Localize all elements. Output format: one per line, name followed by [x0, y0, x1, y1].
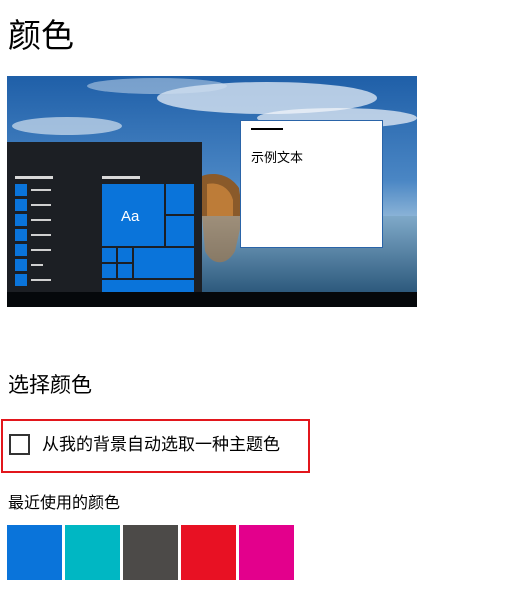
choose-color-heading: 选择颜色 [8, 373, 92, 397]
tile-mini [102, 264, 116, 278]
taskbar-preview [7, 292, 417, 307]
recent-colors-swatches [7, 525, 294, 580]
rail-app-icon [15, 199, 27, 211]
tiles-header-line [102, 176, 140, 179]
rail-app-label [31, 234, 51, 236]
rail-header-line [15, 176, 53, 179]
tile-mini [102, 248, 116, 262]
tile-medium [134, 248, 194, 278]
tile-small [166, 184, 194, 214]
theme-preview: Aa 示例文本 [7, 76, 417, 307]
color-swatch-pink[interactable] [239, 525, 294, 580]
tile-wide [102, 280, 194, 292]
rail-app-label [31, 279, 51, 281]
recent-colors-heading: 最近使用的颜色 [8, 493, 121, 512]
tile-large: Aa [102, 184, 164, 246]
color-swatch-teal[interactable] [65, 525, 120, 580]
start-menu-preview: Aa [7, 142, 202, 292]
rail-app-label [31, 219, 51, 221]
rail-app-icon [15, 229, 27, 241]
rail-app-label [31, 249, 51, 251]
color-swatch-blue[interactable] [7, 525, 62, 580]
tile-small [166, 216, 194, 246]
sample-text: 示例文本 [251, 151, 304, 166]
rail-app-icon [15, 214, 27, 226]
rail-app-icon [15, 244, 27, 256]
tile-label: Aa [121, 208, 140, 225]
auto-accent-checkbox-row[interactable]: 从我的背景自动选取一种主题色 [1, 419, 310, 473]
auto-accent-checkbox[interactable] [9, 434, 30, 455]
color-swatch-red[interactable] [181, 525, 236, 580]
sample-title-bar [251, 128, 283, 130]
page-title: 颜色 [8, 16, 74, 55]
rail-app-label [31, 264, 43, 266]
rail-app-icon [15, 184, 27, 196]
auto-accent-checkbox-label[interactable]: 从我的背景自动选取一种主题色 [42, 433, 280, 457]
rail-app-label [31, 204, 51, 206]
sample-window: 示例文本 [240, 120, 383, 248]
tile-mini [118, 248, 132, 262]
tile-mini [118, 264, 132, 278]
rail-app-icon [15, 274, 27, 286]
rail-app-icon [15, 259, 27, 271]
color-swatch-dark-gray[interactable] [123, 525, 178, 580]
rail-app-label [31, 189, 51, 191]
